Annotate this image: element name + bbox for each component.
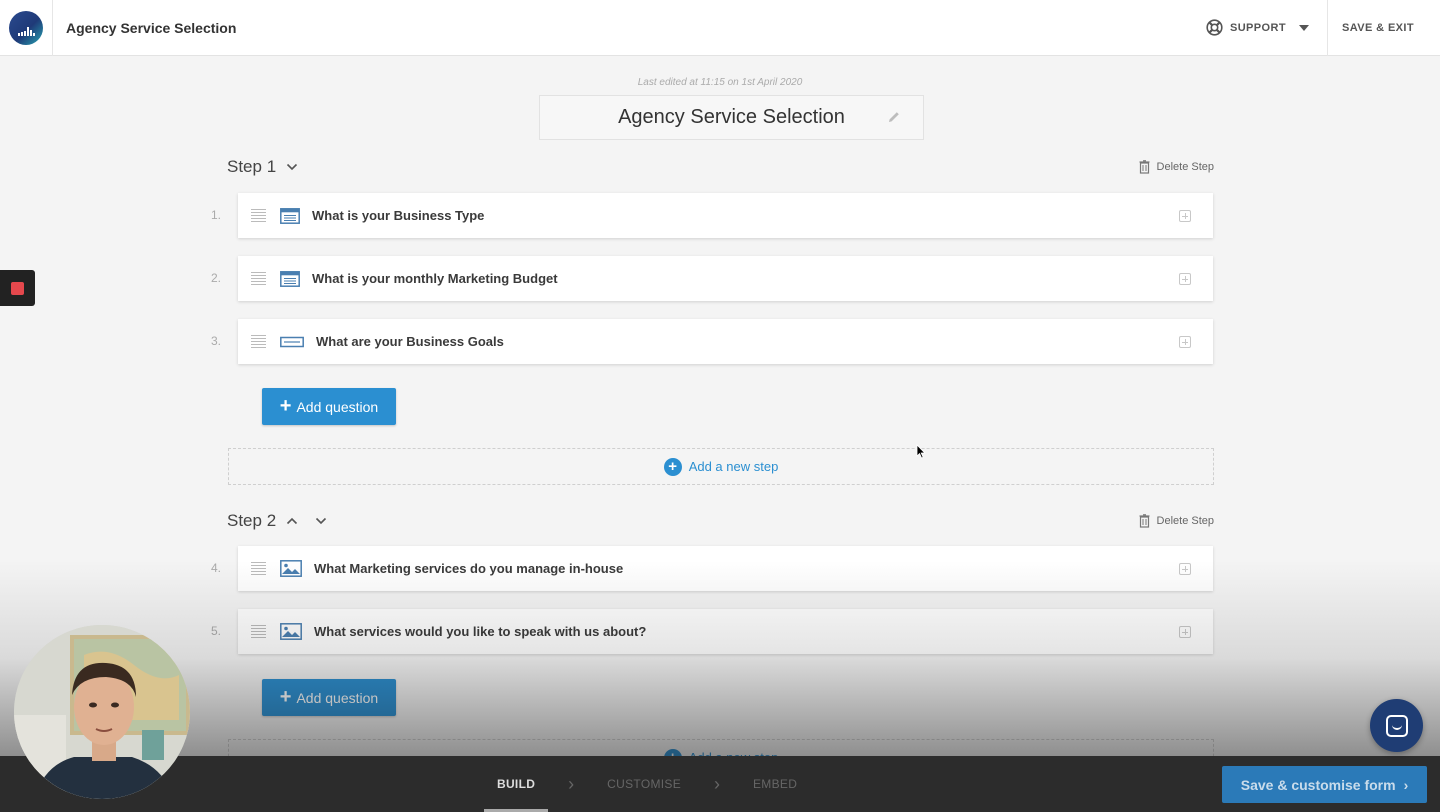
save-customise-button[interactable]: Save & customise form › xyxy=(1222,766,1427,803)
question-row[interactable]: What is your Business Type xyxy=(238,193,1213,238)
app-title: Agency Service Selection xyxy=(66,19,237,36)
support-label: SUPPORT xyxy=(1229,21,1286,34)
pencil-icon[interactable] xyxy=(887,110,901,124)
drag-handle-icon[interactable] xyxy=(251,272,266,285)
add-step-label: Add a new step xyxy=(688,459,779,474)
image-choice-icon xyxy=(280,623,302,640)
webcam-overlay xyxy=(14,625,190,799)
last-edited-text: Last edited at 11:15 on 1st April 2020 xyxy=(637,77,803,88)
mouse-cursor-icon xyxy=(916,444,926,459)
question-number: 3. xyxy=(210,334,221,348)
app-logo-icon[interactable] xyxy=(9,10,43,45)
bottom-bar: BUILD › CUSTOMISE › EMBED Save & customi… xyxy=(0,756,1440,812)
question-row[interactable]: What Marketing services do you manage in… xyxy=(238,546,1213,591)
chat-launcher-button[interactable] xyxy=(1370,699,1423,752)
question-row[interactable]: What is your monthly Marketing Budget xyxy=(238,256,1213,301)
stop-recording-button[interactable] xyxy=(0,270,35,306)
question-row[interactable]: What services would you like to speak wi… xyxy=(238,609,1213,654)
dropdown-list-icon xyxy=(280,270,300,287)
drag-handle-icon[interactable] xyxy=(251,335,266,348)
question-number: 5. xyxy=(210,624,221,638)
delete-step-label: Delete Step xyxy=(1156,515,1214,527)
caret-down-icon xyxy=(1298,24,1309,31)
chevron-right-icon: › xyxy=(568,773,575,794)
chat-icon xyxy=(1385,714,1408,737)
add-question-button[interactable]: + Add question xyxy=(262,679,396,716)
drag-handle-icon[interactable] xyxy=(251,625,266,638)
wizard-nav: BUILD › CUSTOMISE › EMBED xyxy=(484,756,810,812)
step-title: Step 1 xyxy=(227,157,277,176)
drag-handle-icon[interactable] xyxy=(251,209,266,222)
step-title: Step 2 xyxy=(227,511,277,530)
text-field-icon xyxy=(280,336,304,348)
save-customise-label: Save & customise form xyxy=(1240,776,1396,793)
plus-circle-icon: + xyxy=(663,457,682,476)
drag-handle-icon[interactable] xyxy=(251,562,266,575)
chevron-down-icon[interactable] xyxy=(315,517,327,525)
add-step-button[interactable]: + Add a new step xyxy=(228,448,1214,485)
question-number: 2. xyxy=(210,271,221,285)
question-text: What are your Business Goals xyxy=(316,334,504,349)
expand-icon[interactable] xyxy=(1179,562,1191,575)
question-text: What services would you like to speak wi… xyxy=(314,624,647,639)
add-question-button[interactable]: + Add question xyxy=(262,388,396,425)
logo-cell[interactable] xyxy=(0,0,53,56)
form-title: Agency Service Selection xyxy=(618,106,845,128)
chevron-right-icon: › xyxy=(1403,776,1409,793)
plus-icon: + xyxy=(279,685,292,708)
step-header: Step 1 Delete Step xyxy=(227,155,1214,179)
lifebuoy-icon xyxy=(1206,19,1223,36)
delete-step-button[interactable]: Delete Step xyxy=(1139,160,1214,174)
delete-step-label: Delete Step xyxy=(1156,161,1214,173)
wizard-step-embed[interactable]: EMBED xyxy=(740,756,810,812)
chevron-down-icon[interactable] xyxy=(286,163,298,171)
expand-icon[interactable] xyxy=(1179,335,1191,348)
top-bar: Agency Service Selection SUPPORT SAVE & … xyxy=(0,0,1440,56)
chevron-right-icon: › xyxy=(714,773,720,794)
expand-icon[interactable] xyxy=(1179,272,1191,285)
trash-icon xyxy=(1139,160,1150,174)
wizard-step-customise[interactable]: CUSTOMISE xyxy=(594,756,694,812)
question-row[interactable]: What are your Business Goals xyxy=(238,319,1213,364)
wizard-step-build[interactable]: BUILD xyxy=(484,756,549,812)
question-text: What Marketing services do you manage in… xyxy=(314,561,624,576)
plus-icon: + xyxy=(279,394,292,417)
presenter-video-image xyxy=(14,625,190,799)
form-title-field[interactable]: Agency Service Selection xyxy=(539,95,924,140)
expand-icon[interactable] xyxy=(1179,625,1191,638)
delete-step-button[interactable]: Delete Step xyxy=(1139,514,1214,528)
question-number: 1. xyxy=(210,208,221,222)
image-choice-icon xyxy=(280,560,302,577)
save-exit-button[interactable]: SAVE & EXIT xyxy=(1326,0,1440,56)
dropdown-list-icon xyxy=(280,207,300,224)
trash-icon xyxy=(1139,514,1150,528)
add-question-label: Add question xyxy=(296,689,379,706)
expand-icon[interactable] xyxy=(1179,209,1191,222)
question-text: What is your monthly Marketing Budget xyxy=(312,271,558,286)
step-header: Step 2 Delete Step xyxy=(227,509,1214,533)
support-menu[interactable]: SUPPORT xyxy=(1190,0,1327,56)
question-text: What is your Business Type xyxy=(312,208,485,223)
stop-icon xyxy=(11,281,24,295)
question-number: 4. xyxy=(210,561,221,575)
chevron-up-icon[interactable] xyxy=(286,517,298,525)
add-question-label: Add question xyxy=(296,398,379,415)
